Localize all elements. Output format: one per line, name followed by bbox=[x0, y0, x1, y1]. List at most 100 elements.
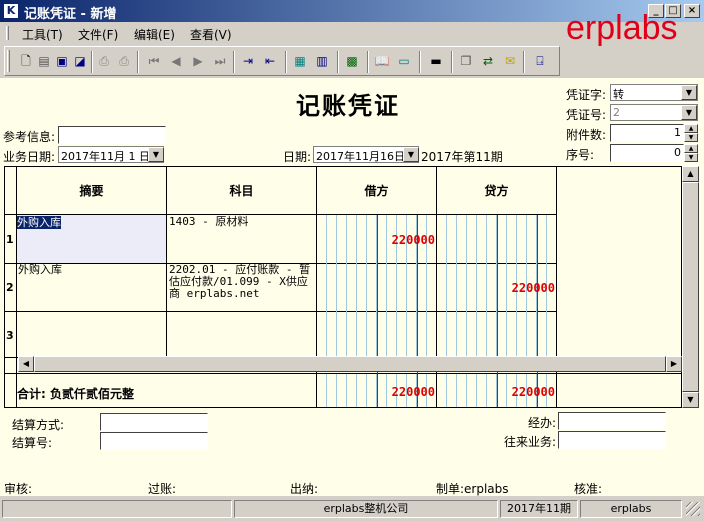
credit-decimal-line bbox=[537, 215, 538, 407]
ref-input[interactable] bbox=[58, 126, 166, 144]
bizdate-value: 2017年11月 1 日 bbox=[61, 150, 150, 163]
settle-no-input[interactable] bbox=[100, 432, 208, 450]
settle-method-input[interactable] bbox=[100, 413, 208, 431]
attach-label: 附件数: bbox=[566, 128, 607, 142]
row-number: 3 bbox=[6, 329, 14, 342]
grid-line bbox=[16, 167, 17, 407]
business-input[interactable] bbox=[558, 431, 666, 449]
mail-icon[interactable]: ✉ bbox=[501, 52, 519, 70]
handler-label: 经办: bbox=[528, 416, 557, 430]
print-preview-icon[interactable]: ⎙ bbox=[95, 52, 113, 70]
next-icon[interactable]: ▶ bbox=[189, 52, 207, 70]
seq-down-icon[interactable]: ▼ bbox=[684, 153, 698, 162]
copy-icon[interactable]: ❐ bbox=[457, 52, 475, 70]
seq-input[interactable]: 0 bbox=[610, 144, 684, 162]
attach-input[interactable]: 1 bbox=[610, 124, 684, 142]
voucher-no-label: 凭证号: bbox=[566, 108, 607, 122]
new-icon[interactable]: 🗋 bbox=[17, 52, 35, 70]
menu-file[interactable]: 文件(F) bbox=[78, 26, 118, 43]
vertical-scroll-thumb[interactable] bbox=[682, 182, 699, 392]
prev-icon[interactable]: ◀ bbox=[167, 52, 185, 70]
credit-amount[interactable]: 220000 bbox=[437, 281, 555, 295]
post-label: 过账: bbox=[148, 482, 177, 496]
scroll-left-icon[interactable]: ◀ bbox=[18, 356, 34, 372]
header-account: 科目 bbox=[229, 184, 254, 198]
cashier-label: 出纳: bbox=[290, 482, 319, 496]
menu-view[interactable]: 查看(V) bbox=[190, 26, 232, 43]
date-label: 日期: bbox=[283, 150, 312, 164]
header-summary: 摘要 bbox=[79, 184, 104, 198]
ref-label: 参考信息: bbox=[3, 130, 56, 144]
toolbar-grip bbox=[7, 50, 10, 72]
toolbar-separator bbox=[419, 51, 421, 73]
audit-label: 审核: bbox=[4, 482, 33, 496]
menu-tools[interactable]: 工具(T) bbox=[22, 26, 63, 43]
menu-bar: 工具(T) 文件(F) 编辑(E) 查看(V) bbox=[0, 22, 704, 44]
voucher-type-dropdown-icon[interactable]: ▼ bbox=[681, 85, 697, 100]
row-number: 2 bbox=[6, 281, 14, 294]
toolbar-separator bbox=[451, 51, 453, 73]
scroll-up-icon[interactable]: ▲ bbox=[682, 166, 699, 182]
close-button[interactable]: × bbox=[684, 4, 700, 18]
toolbar-separator bbox=[233, 51, 235, 73]
monitor-icon[interactable]: ▭ bbox=[395, 52, 413, 70]
calculator-icon[interactable]: ▦ bbox=[291, 52, 309, 70]
period-text: 2017年第11期 bbox=[421, 150, 503, 164]
date-value: 2017年11月16日 bbox=[316, 150, 405, 163]
handler-input[interactable] bbox=[558, 412, 666, 430]
attach-down-icon[interactable]: ▼ bbox=[684, 133, 698, 142]
last-icon[interactable]: ⏭ bbox=[211, 52, 229, 70]
voucher-type-label: 凭证字: bbox=[566, 88, 607, 102]
total-debit: 220000 bbox=[391, 385, 435, 399]
vertical-scrollbar[interactable]: ▲ ▼ bbox=[682, 166, 699, 408]
date-dropdown-icon[interactable]: ▼ bbox=[403, 147, 419, 162]
save-icon[interactable]: ▣ bbox=[53, 52, 71, 70]
total-label: 合计: 负贰仟贰佰元整 bbox=[17, 387, 134, 401]
approve-label: 核准: bbox=[574, 482, 603, 496]
horizontal-scroll-thumb[interactable] bbox=[34, 356, 666, 372]
scroll-down-icon[interactable]: ▼ bbox=[682, 392, 699, 408]
attach-up-icon[interactable]: ▲ bbox=[684, 124, 698, 133]
seq-label: 序号: bbox=[566, 148, 595, 162]
maker-label: 制单:erplabs bbox=[436, 482, 509, 496]
print-icon[interactable]: ⎙ bbox=[115, 52, 133, 70]
summary-cell-active[interactable]: 外购入库 bbox=[17, 215, 166, 263]
summary-cell[interactable]: 外购入库 bbox=[18, 264, 165, 276]
credit-thousand-line bbox=[497, 215, 498, 407]
help-book-icon[interactable]: 📖 bbox=[373, 52, 391, 70]
toolbar-separator bbox=[367, 51, 369, 73]
exchange-icon[interactable]: ⇄ bbox=[479, 52, 497, 70]
save-as-icon[interactable]: ◪ bbox=[71, 52, 89, 70]
bizdate-dropdown-icon[interactable]: ▼ bbox=[148, 147, 164, 162]
resize-grip-icon[interactable] bbox=[686, 502, 700, 516]
menu-edit[interactable]: 编辑(E) bbox=[134, 26, 175, 43]
scroll-right-icon[interactable]: ▶ bbox=[666, 356, 682, 372]
book-icon[interactable]: ▥ bbox=[313, 52, 331, 70]
debit-amount[interactable]: 220000 bbox=[317, 233, 435, 247]
window-title: 记账凭证 - 新增 bbox=[24, 7, 117, 22]
summary-text-selected: 外购入库 bbox=[17, 216, 61, 229]
insert-row-icon[interactable]: ⇥ bbox=[239, 52, 257, 70]
first-icon[interactable]: ⏮ bbox=[145, 52, 163, 70]
status-panel-empty bbox=[2, 500, 232, 518]
business-label: 往来业务: bbox=[504, 435, 557, 449]
toolbar-separator bbox=[337, 51, 339, 73]
horizontal-scrollbar[interactable]: ◀ ▶ bbox=[18, 356, 682, 372]
seq-up-icon[interactable]: ▲ bbox=[684, 144, 698, 153]
status-bar: erplabs整机公司 2017年11期 erplabs bbox=[0, 498, 704, 519]
settle-no-label: 结算号: bbox=[12, 436, 53, 450]
row-number: 1 bbox=[6, 233, 14, 246]
flag-icon[interactable]: ▬ bbox=[427, 52, 445, 70]
toolbar-separator bbox=[523, 51, 525, 73]
menu-grip bbox=[6, 26, 9, 40]
voucher-no-dropdown-icon[interactable]: ▼ bbox=[681, 105, 697, 120]
delete-row-icon[interactable]: ⇤ bbox=[261, 52, 279, 70]
app-icon: K bbox=[3, 3, 19, 19]
grid-icon[interactable]: ▩ bbox=[343, 52, 361, 70]
account-cell[interactable]: 1403 - 原材料 bbox=[169, 216, 315, 228]
exit-icon[interactable]: ⍈ bbox=[531, 52, 549, 70]
account-cell[interactable]: 2202.01 - 应付账款 - 暂估应付款/01.099 - X供应商 erp… bbox=[169, 264, 313, 300]
open-icon[interactable]: ▤ bbox=[35, 52, 53, 70]
header-debit: 借方 bbox=[364, 184, 389, 198]
toolbar-separator bbox=[91, 51, 93, 73]
